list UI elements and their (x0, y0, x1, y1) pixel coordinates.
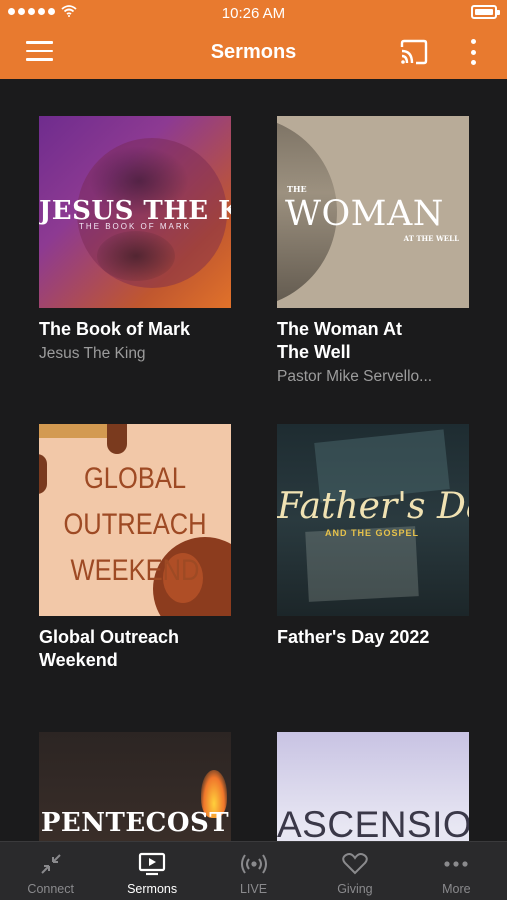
sermon-artwork: GLOBAL OUTREACH WEEKEND (39, 424, 231, 616)
more-dots-icon (442, 850, 470, 878)
artwork-title: ASCENSION (277, 804, 469, 841)
app-header: 10:26 AM Sermons (0, 0, 507, 79)
status-time: 10:26 AM (221, 4, 286, 22)
artwork-prefix: THE (287, 184, 307, 194)
sermon-artwork: THE WOMAN AT THE WELL (277, 116, 469, 308)
artwork-title: WOMAN (285, 194, 444, 234)
sermon-title: Global Outreach Weekend (39, 627, 180, 670)
sermon-artwork: Father's Day AND THE GOSPEL (277, 424, 469, 616)
artwork-subtitle: THE BOOK OF MARK (78, 222, 191, 231)
sermon-card[interactable]: JESUS THE KING THE BOOK OF MARK The Book… (39, 116, 231, 364)
heart-icon (341, 850, 369, 878)
artwork-title: Father's Day (277, 486, 469, 527)
signal-wifi-group (8, 5, 77, 17)
tab-giving[interactable]: Giving (304, 842, 405, 900)
tab-label: Giving (337, 882, 373, 896)
tab-connect[interactable]: Connect (0, 842, 101, 900)
kebab-icon[interactable] (469, 39, 477, 65)
sermon-artwork: ASCENSION (277, 732, 469, 841)
nav-bar: Sermons (0, 26, 507, 79)
signal-icon (8, 7, 55, 15)
sermon-subtitle: Jesus The King (39, 345, 146, 362)
status-bar: 10:26 AM (0, 0, 507, 26)
artwork-subtitle: AND THE GOSPEL (325, 528, 420, 538)
artwork-title: PENTECOST (40, 808, 230, 838)
wifi-icon (61, 5, 77, 17)
bottom-tab-bar: Connect Sermons LIVE Giving More (0, 841, 507, 900)
artwork-subtitle: AT THE WELL (403, 234, 459, 243)
tab-label: LIVE (239, 882, 268, 896)
sermon-title: The Woman At The Well (277, 319, 402, 362)
tab-more[interactable]: More (406, 842, 507, 900)
sermon-artwork: JESUS THE KING THE BOOK OF MARK (39, 116, 231, 308)
sermon-card[interactable]: ASCENSION (277, 732, 469, 841)
tv-icon (138, 850, 166, 878)
broadcast-icon (240, 850, 268, 878)
sermon-grid: JESUS THE KING THE BOOK OF MARK The Book… (0, 79, 507, 841)
battery-group (471, 5, 500, 19)
sermon-card[interactable]: Father's Day AND THE GOSPEL Father's Day… (277, 424, 469, 649)
tab-label: Sermons (127, 882, 178, 896)
sermon-card[interactable]: THE WOMAN AT THE WELL The Woman At The W… (277, 116, 469, 387)
sermon-card[interactable]: GLOBAL OUTREACH WEEKEND Global Outreach … (39, 424, 231, 672)
battery-icon (471, 5, 500, 19)
sermon-subtitle: Pastor Mike Servello... (277, 368, 433, 385)
sermon-title: The Book of Mark (39, 319, 191, 339)
cast-icon[interactable] (399, 39, 429, 65)
connect-icon (37, 850, 65, 878)
page-title: Sermons (210, 41, 297, 63)
tab-live[interactable]: LIVE (203, 842, 304, 900)
artwork-title: GLOBAL OUTREACH WEEKEND (63, 462, 207, 587)
sermon-artwork: PENTECOST (39, 732, 231, 841)
sermon-title: Father's Day 2022 (277, 627, 430, 647)
tab-label: Connect (27, 882, 74, 896)
sermon-card[interactable]: PENTECOST (39, 732, 231, 841)
tab-sermons[interactable]: Sermons (101, 842, 202, 900)
tab-label: More (442, 882, 471, 896)
